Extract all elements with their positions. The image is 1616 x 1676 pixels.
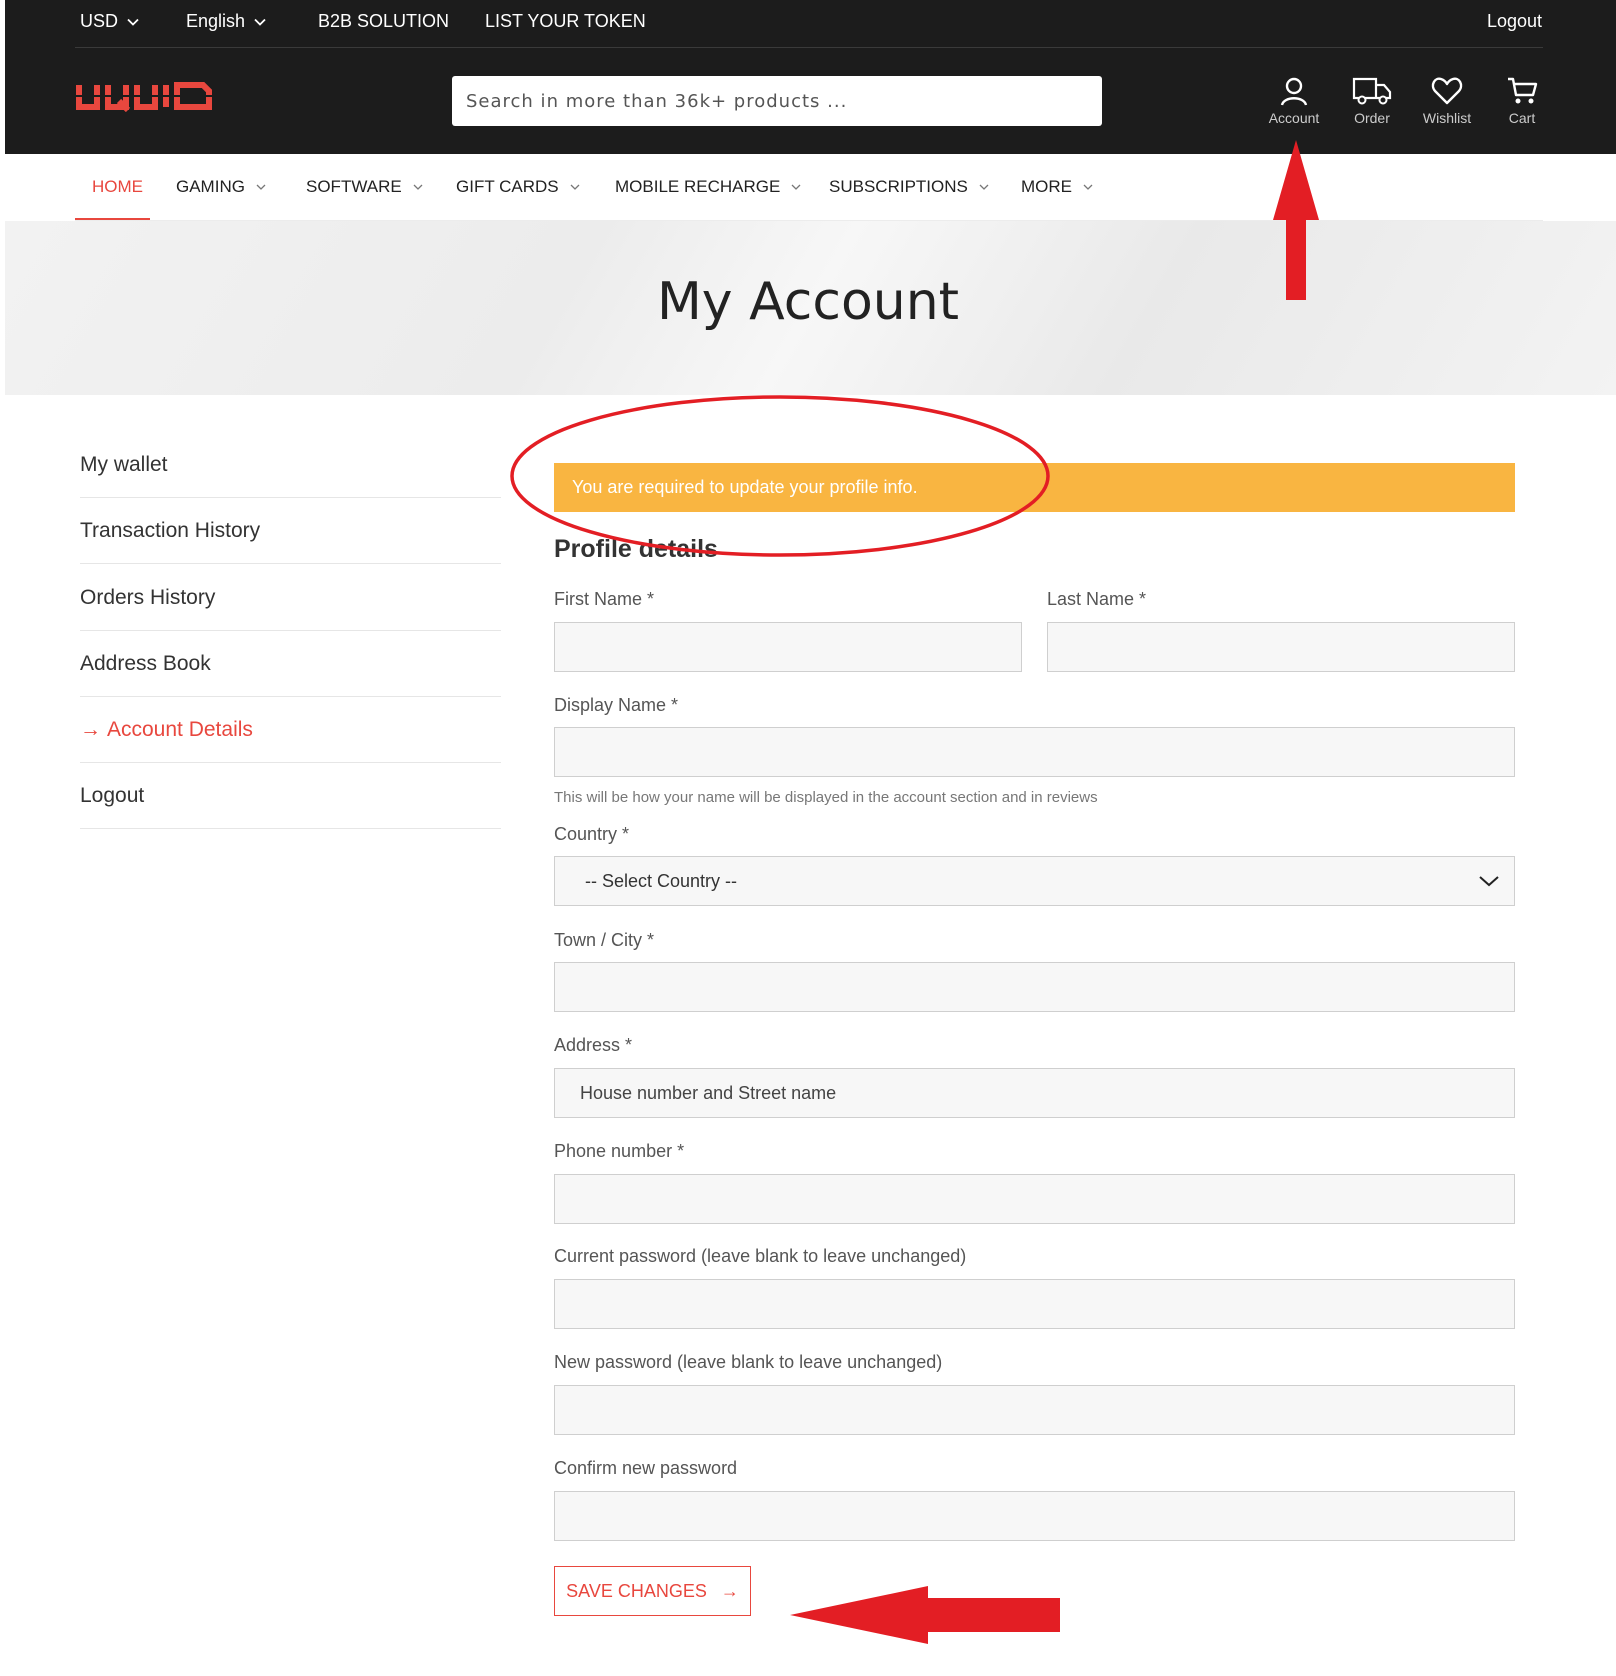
sidebar-item-orders-history[interactable]: Orders History	[80, 565, 501, 631]
nav-gift-cards-label: GIFT CARDS	[456, 177, 559, 196]
display-name-hint: This will be how your name will be displ…	[554, 789, 1098, 806]
chevron-down-icon	[570, 184, 580, 190]
sidebar-item-logout[interactable]: Logout	[80, 763, 501, 829]
phone-field[interactable]	[554, 1174, 1515, 1224]
annotation-arrow-left-icon	[790, 1586, 1060, 1644]
last-name-label: Last Name *	[1047, 589, 1147, 609]
nav-mobile-recharge[interactable]: MOBILE RECHARGE	[615, 154, 802, 220]
topbar-logout-link[interactable]: Logout	[1487, 11, 1542, 32]
truck-icon	[1352, 77, 1392, 105]
wishlist-label: Wishlist	[1422, 110, 1472, 126]
chevron-down-icon	[1083, 184, 1093, 190]
chevron-down-icon	[254, 18, 266, 26]
chevron-down-icon	[256, 184, 266, 190]
country-label: Country *	[554, 824, 630, 844]
nav-mobile-recharge-label: MOBILE RECHARGE	[615, 177, 781, 196]
sidebar-item-account-details[interactable]: → Account Details	[80, 697, 501, 763]
nav-subscriptions-label: SUBSCRIPTIONS	[829, 177, 968, 196]
account-label: Account	[1268, 110, 1320, 126]
heart-icon	[1431, 77, 1463, 105]
arrow-right-icon: →	[720, 1580, 739, 1601]
cart-label: Cart	[1508, 110, 1536, 126]
profile-details-title: Profile details	[554, 535, 718, 563]
wishlist-button[interactable]: Wishlist	[1407, 76, 1487, 126]
current-password-field[interactable]	[554, 1279, 1515, 1329]
nav-home[interactable]: HOME	[92, 154, 143, 220]
nav-active-underline	[75, 218, 150, 220]
nav-more-label: MORE	[1021, 177, 1072, 196]
language-label: English	[186, 11, 246, 31]
last-name-field[interactable]	[1047, 622, 1515, 672]
first-name-field[interactable]	[554, 622, 1022, 672]
arrow-right-icon: →	[80, 717, 101, 741]
new-password-label: New password (leave blank to leave uncha…	[554, 1352, 943, 1372]
cart-icon	[1508, 77, 1538, 104]
country-select[interactable]: -- Select Country --	[554, 856, 1515, 906]
uquid-logo[interactable]	[75, 82, 215, 112]
search-input[interactable]	[452, 76, 1102, 126]
main-nav: HOME GAMING SOFTWARE GIFT CARDS MOBILE R…	[75, 154, 1543, 221]
sidebar-item-my-wallet[interactable]: My wallet	[80, 432, 501, 498]
confirm-password-field[interactable]	[554, 1491, 1515, 1541]
first-name-label: First Name *	[554, 589, 655, 609]
nav-gaming-label: GAMING	[176, 177, 245, 196]
display-name-field[interactable]	[554, 727, 1515, 777]
address-label: Address *	[554, 1035, 633, 1055]
city-field[interactable]	[554, 962, 1515, 1012]
sidebar-item-label: Account Details	[107, 717, 253, 741]
b2b-solution-link[interactable]: B2B SOLUTION	[318, 11, 449, 32]
chevron-down-icon	[791, 184, 801, 190]
nav-gaming[interactable]: GAMING	[176, 154, 267, 220]
topbar-divider	[75, 47, 1543, 48]
address-field[interactable]	[554, 1068, 1515, 1118]
display-name-label: Display Name *	[554, 695, 679, 715]
user-icon	[1280, 77, 1308, 106]
new-password-field[interactable]	[554, 1385, 1515, 1435]
nav-more[interactable]: MORE	[1021, 154, 1094, 220]
nav-software[interactable]: SOFTWARE	[306, 154, 424, 220]
chevron-down-icon	[979, 184, 989, 190]
account-button[interactable]: Account	[1254, 76, 1334, 126]
current-password-label: Current password (leave blank to leave u…	[554, 1246, 967, 1266]
page-title: My Account	[656, 272, 960, 332]
nav-software-label: SOFTWARE	[306, 177, 402, 196]
language-dropdown[interactable]: English	[186, 11, 267, 32]
cart-button[interactable]: Cart	[1482, 76, 1562, 126]
sidebar-item-address-book[interactable]: Address Book	[80, 631, 501, 697]
confirm-password-label: Confirm new password	[554, 1458, 738, 1478]
order-label: Order	[1354, 110, 1390, 126]
country-selected-value: -- Select Country --	[585, 870, 738, 891]
phone-label: Phone number *	[554, 1141, 685, 1161]
chevron-down-icon	[127, 18, 139, 26]
order-button[interactable]: Order	[1332, 76, 1412, 126]
nav-gift-cards[interactable]: GIFT CARDS	[456, 154, 581, 220]
chevron-down-icon	[413, 184, 423, 190]
profile-update-alert: You are required to update your profile …	[554, 463, 1515, 512]
save-changes-label: SAVE CHANGES	[566, 1580, 707, 1601]
nav-subscriptions[interactable]: SUBSCRIPTIONS	[829, 154, 990, 220]
currency-dropdown[interactable]: USD	[80, 11, 140, 32]
currency-label: USD	[80, 11, 119, 31]
save-changes-button[interactable]: SAVE CHANGES →	[554, 1566, 751, 1616]
list-your-token-link[interactable]: LIST YOUR TOKEN	[485, 11, 646, 32]
city-label: Town / City *	[554, 930, 655, 950]
chevron-down-icon	[1479, 876, 1499, 887]
sidebar-item-transaction-history[interactable]: Transaction History	[80, 498, 501, 564]
